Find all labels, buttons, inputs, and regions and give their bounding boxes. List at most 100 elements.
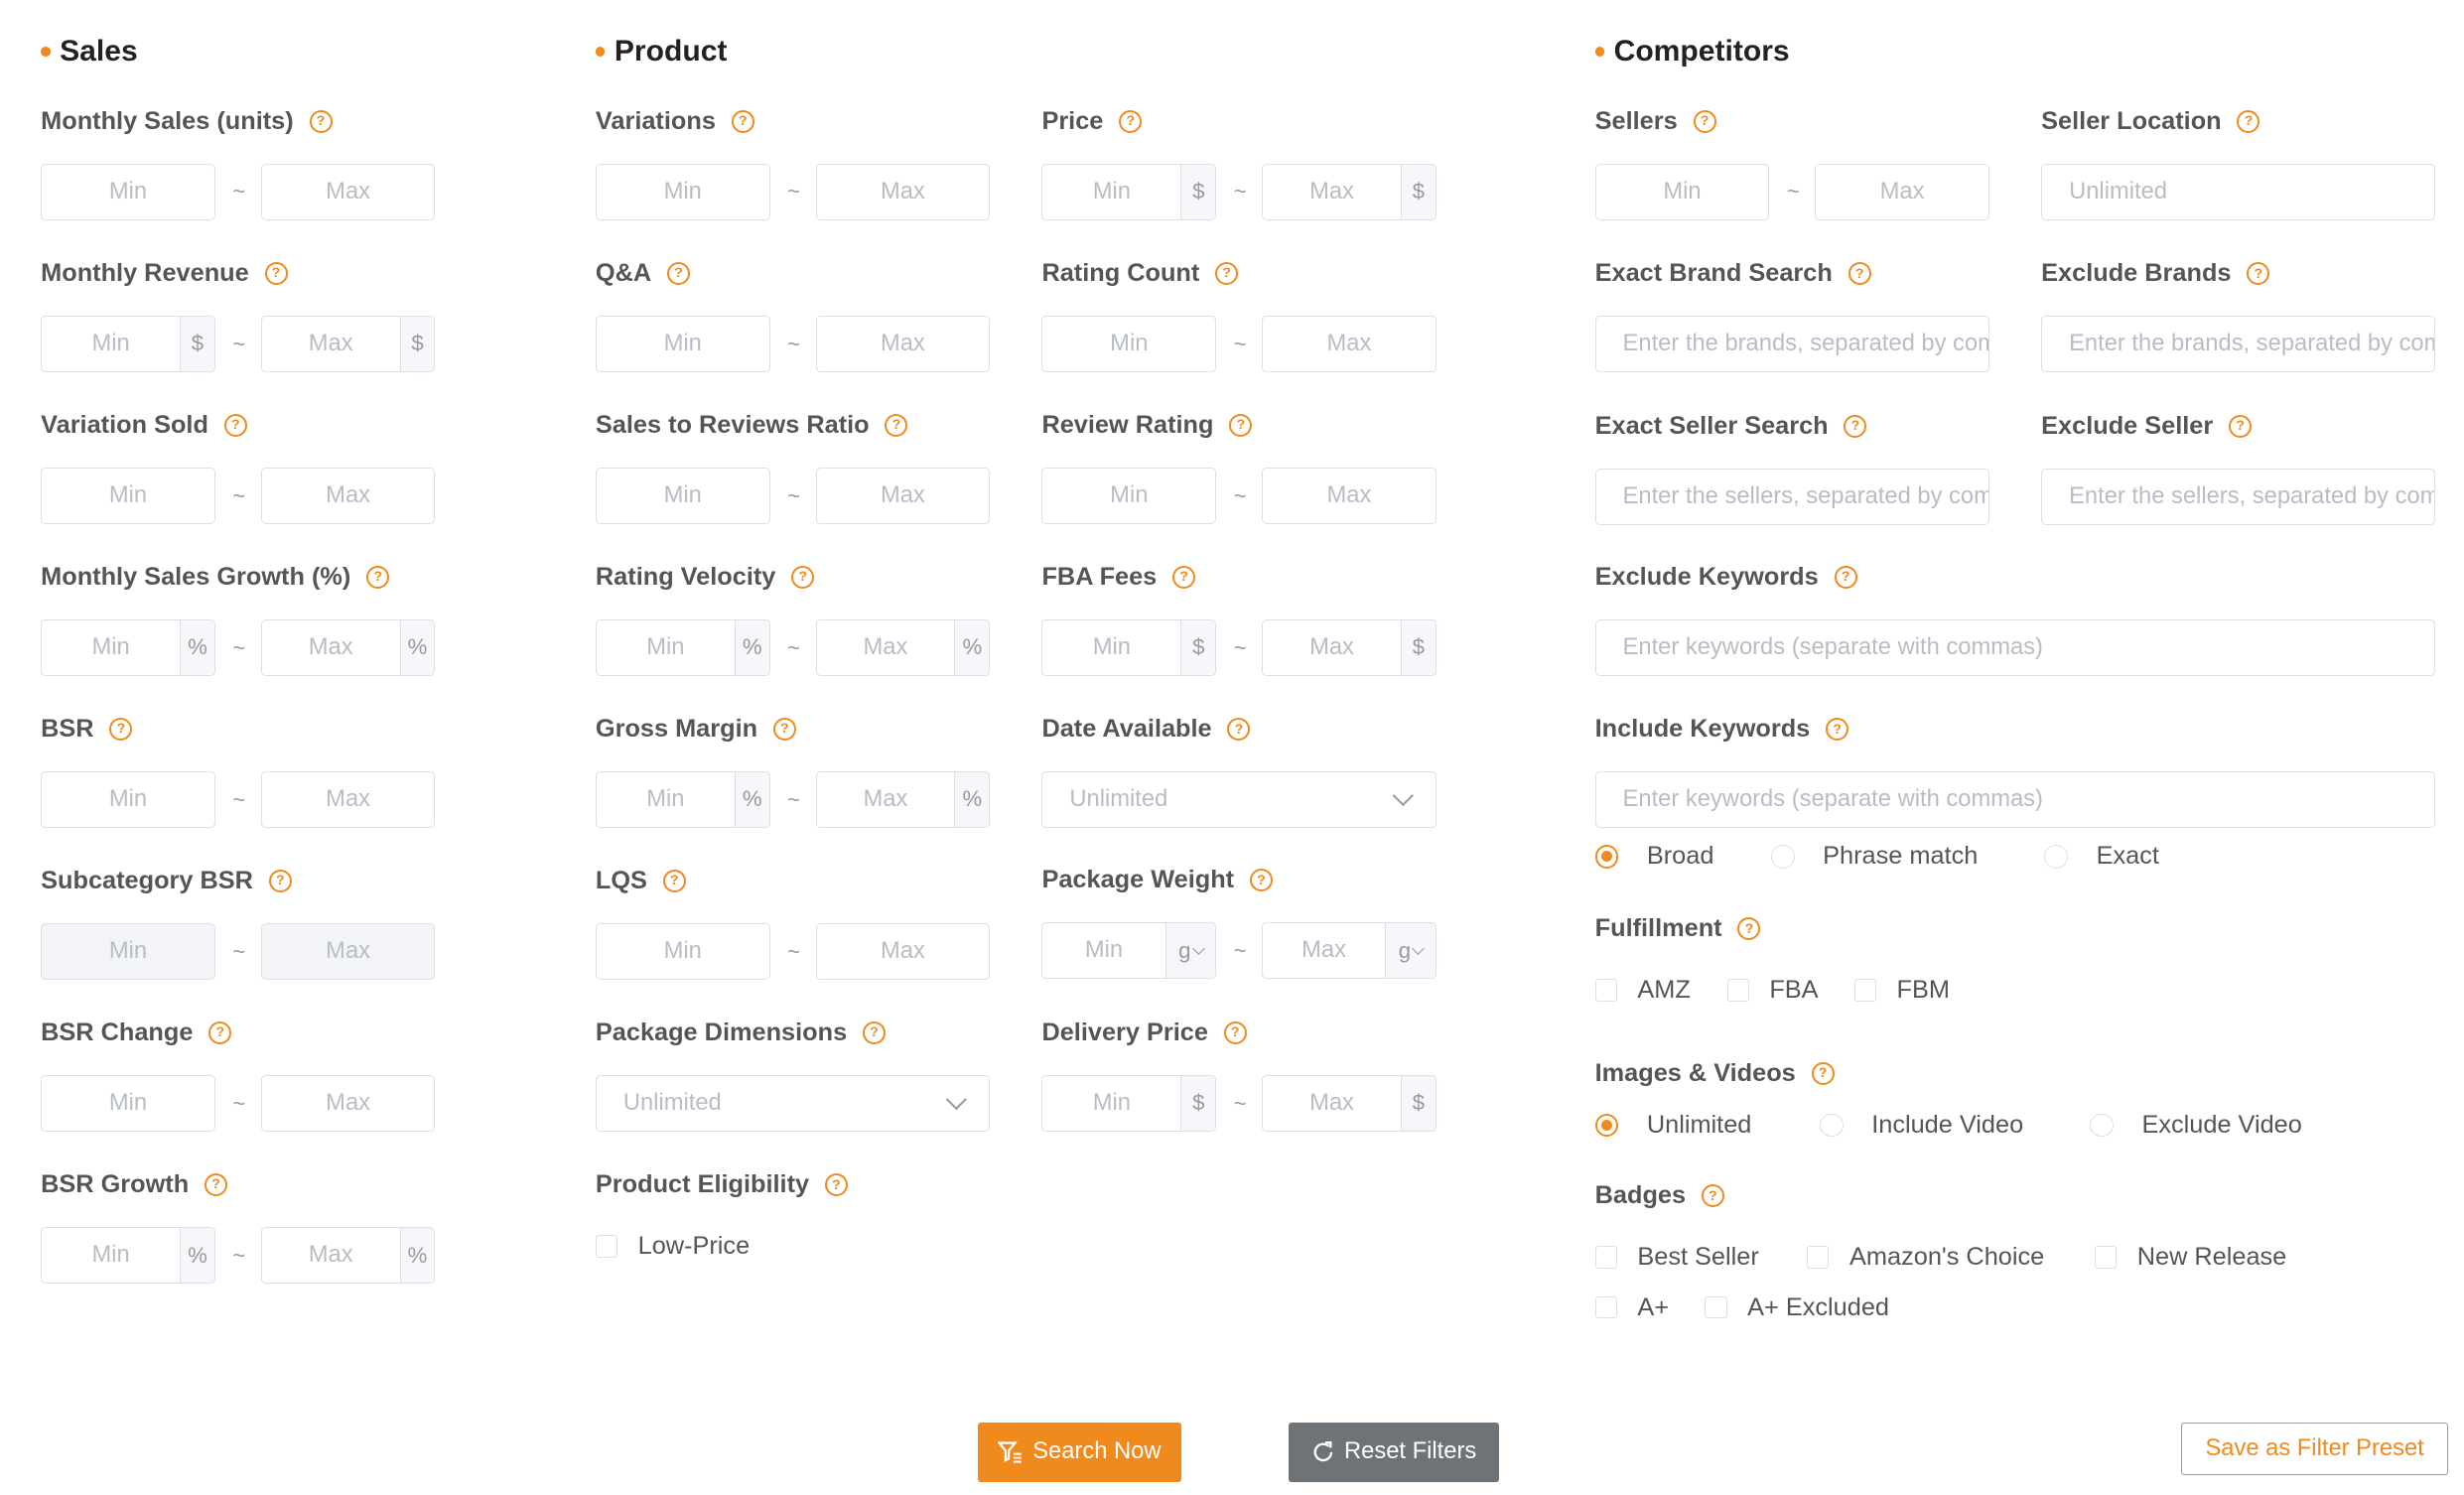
sellers-max-input[interactable]: Max <box>1815 163 1989 220</box>
help-icon[interactable]: ? <box>666 261 690 285</box>
help-icon[interactable]: ? <box>2237 109 2260 133</box>
help-icon[interactable]: ? <box>268 869 292 892</box>
help-icon[interactable]: ? <box>885 413 908 437</box>
monthly_revenue-max-input[interactable]: Max $ <box>260 315 436 372</box>
lqs-max-input[interactable]: Max <box>815 922 991 980</box>
help-icon[interactable]: ? <box>1229 413 1253 437</box>
fba_fees-max-input[interactable]: Max $ <box>1262 618 1437 676</box>
check-icon[interactable] <box>2095 1246 2118 1269</box>
help-icon[interactable]: ? <box>1249 869 1273 892</box>
delivery_price-min-input[interactable]: Min $ <box>1041 1074 1217 1132</box>
help-icon[interactable]: ? <box>1848 262 1871 286</box>
help-icon[interactable]: ? <box>1223 1020 1247 1044</box>
help-icon[interactable]: ? <box>1826 718 1849 742</box>
bsr_change-min-input[interactable]: Min <box>41 1075 215 1132</box>
check-icon[interactable] <box>1726 979 1749 1002</box>
option-best_seller[interactable]: Best Seller <box>1594 1243 1759 1272</box>
qa-max-input[interactable]: Max <box>815 315 991 372</box>
monthly_sales_growth-min-input[interactable]: Min% <box>41 618 215 676</box>
bsr-min-input[interactable]: Min <box>41 770 215 828</box>
help-icon[interactable]: ? <box>772 717 796 741</box>
seller-location-input[interactable]: Unlimited <box>2041 163 2436 220</box>
sales_to_reviews_ratio-max-input[interactable]: Max <box>815 467 991 524</box>
help-icon[interactable]: ? <box>264 261 288 285</box>
price-min-input[interactable]: Min $ <box>1041 163 1217 220</box>
search-now-button[interactable]: Search Now <box>977 1422 1182 1482</box>
variations-max-input[interactable]: Max <box>815 163 991 220</box>
option-match_phrase[interactable]: Phrase match <box>1770 842 1978 871</box>
help-icon[interactable]: ? <box>1227 718 1251 742</box>
exact-brand-search-input[interactable]: Enter the brands, separated by commas <box>1594 316 1989 373</box>
radio-icon[interactable] <box>2090 1113 2114 1138</box>
check-icon[interactable] <box>595 1235 618 1258</box>
help-icon[interactable]: ? <box>2229 414 2253 438</box>
help-icon[interactable]: ? <box>862 1020 886 1044</box>
review_rating-min-input[interactable]: Min <box>1041 467 1217 524</box>
fba_fees-min-input[interactable]: Min $ <box>1041 618 1217 676</box>
radio-icon[interactable] <box>1594 845 1619 869</box>
help-icon[interactable]: ? <box>1693 109 1716 133</box>
check-icon[interactable] <box>1807 1246 1830 1269</box>
check-icon[interactable] <box>1705 1296 1727 1319</box>
monthly_sales_units-min-input[interactable]: Min <box>41 163 215 220</box>
help-icon[interactable]: ? <box>309 109 333 133</box>
help-icon[interactable]: ? <box>1834 565 1857 589</box>
help-icon[interactable]: ? <box>731 109 754 133</box>
exclude-keywords-input[interactable]: Enter keywords (separate with commas) <box>1594 618 2436 676</box>
subcategory_bsr-max-input[interactable]: Max <box>260 922 436 980</box>
delivery_price-max-input[interactable]: Max $ <box>1262 1074 1437 1132</box>
price-max-input[interactable]: Max $ <box>1262 163 1437 220</box>
check-icon[interactable] <box>1594 979 1617 1002</box>
help-icon[interactable]: ? <box>109 717 133 741</box>
package-dimensions-select[interactable]: Unlimited <box>595 1074 991 1132</box>
monthly_revenue-min-input[interactable]: Min $ <box>41 315 215 372</box>
exact-seller-search-input[interactable]: Enter the sellers, separated by commas <box>1594 468 1989 525</box>
help-icon[interactable]: ? <box>1737 917 1761 941</box>
radio-icon[interactable] <box>2044 845 2069 869</box>
option-fbm[interactable]: FBM <box>1853 976 1950 1005</box>
help-icon[interactable]: ? <box>791 565 815 589</box>
gross_margin-min-input[interactable]: Min% <box>595 770 770 828</box>
radio-icon[interactable] <box>1819 1113 1844 1138</box>
gross_margin-max-input[interactable]: Max% <box>815 770 991 828</box>
option-a_plus[interactable]: A+ <box>1594 1293 1669 1322</box>
option-video_include[interactable]: Include Video <box>1819 1111 2023 1140</box>
rating_velocity-min-input[interactable]: Min% <box>595 618 770 676</box>
subcategory_bsr-min-input[interactable]: Min <box>41 922 215 980</box>
option-match_broad[interactable]: Broad <box>1594 842 1713 871</box>
exclude-brands-input[interactable]: Enter the brands, separated by commas <box>2041 316 2436 373</box>
package_weight-min-input[interactable]: Min g <box>1041 922 1217 980</box>
monthly_sales_units-max-input[interactable]: Max <box>260 163 436 220</box>
help-icon[interactable]: ? <box>2247 262 2270 286</box>
help-icon[interactable]: ? <box>824 1173 848 1197</box>
option-match_exact[interactable]: Exact <box>2044 842 2159 871</box>
help-icon[interactable]: ? <box>1215 261 1239 285</box>
help-icon[interactable]: ? <box>1811 1061 1835 1085</box>
date-available-select[interactable]: Unlimited <box>1041 771 1437 829</box>
bsr_change-max-input[interactable]: Max <box>260 1075 436 1132</box>
sellers-min-input[interactable]: Min <box>1594 163 1770 220</box>
help-icon[interactable]: ? <box>662 869 686 892</box>
help-icon[interactable]: ? <box>1119 109 1143 133</box>
option-video_unlimited[interactable]: Unlimited <box>1594 1111 1751 1140</box>
review_rating-max-input[interactable]: Max <box>1262 467 1437 524</box>
option-low_price[interactable]: Low-Price <box>595 1232 750 1261</box>
help-icon[interactable]: ? <box>205 1173 228 1197</box>
bsr_growth-max-input[interactable]: Max% <box>260 1227 436 1285</box>
check-icon[interactable] <box>1853 979 1876 1002</box>
sales_to_reviews_ratio-min-input[interactable]: Min <box>595 467 770 524</box>
rating_velocity-max-input[interactable]: Max% <box>815 618 991 676</box>
reset-filters-button[interactable]: Reset Filters <box>1288 1422 1500 1482</box>
help-icon[interactable]: ? <box>1172 565 1196 589</box>
variations-min-input[interactable]: Min <box>595 163 770 220</box>
variation_sold-min-input[interactable]: Min <box>41 467 215 524</box>
save-filter-preset-button[interactable]: Save as Filter Preset <box>2181 1422 2449 1476</box>
check-icon[interactable] <box>1594 1246 1617 1269</box>
include-keywords-input[interactable]: Enter keywords (separate with commas) <box>1594 771 2436 829</box>
option-a_plus_excluded[interactable]: A+ Excluded <box>1705 1293 1889 1322</box>
radio-icon[interactable] <box>1770 845 1795 869</box>
exclude-seller-input[interactable]: Enter the sellers, separated by commas <box>2041 468 2436 525</box>
variation_sold-max-input[interactable]: Max <box>260 467 436 524</box>
option-amazons_choice[interactable]: Amazon's Choice <box>1807 1243 2044 1272</box>
radio-icon[interactable] <box>1594 1113 1619 1138</box>
